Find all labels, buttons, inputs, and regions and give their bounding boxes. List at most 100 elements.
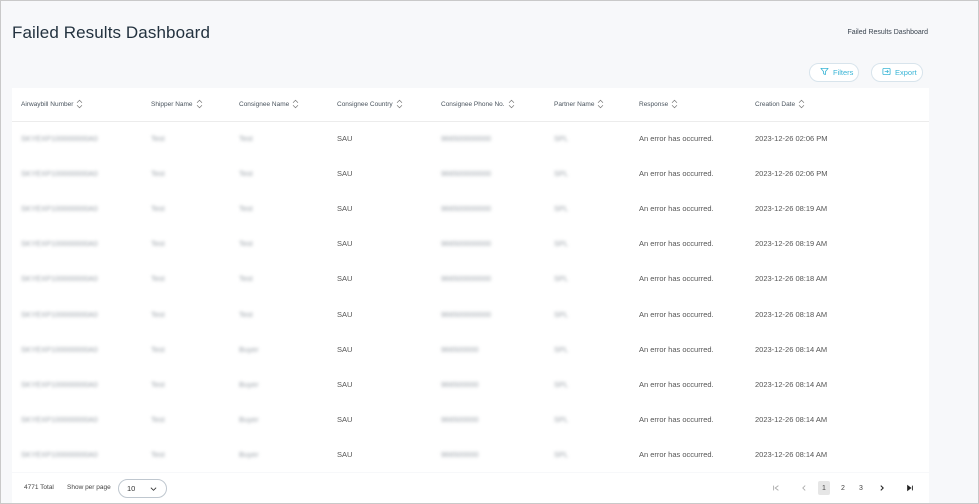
- partner-name-cell: SPL: [554, 169, 569, 178]
- first-page-icon[interactable]: [770, 481, 782, 495]
- airwaybill-cell: SKYEXP100000000A0: [21, 450, 98, 459]
- column-header-consignee-country[interactable]: Consignee Country: [337, 99, 403, 109]
- response-cell: An error has occurred.: [639, 239, 714, 248]
- consignee-name-cell: Test: [239, 239, 253, 248]
- sort-icon[interactable]: [671, 99, 678, 109]
- consignee-phone-cell: 966500000000: [441, 134, 492, 143]
- creation-date-cell: 2023-12-26 02:06 PM: [755, 134, 828, 143]
- show-per-page-label: Show per page: [67, 484, 111, 491]
- shipper-name-cell: Test: [151, 310, 165, 319]
- column-header-consignee-phone[interactable]: Consignee Phone No.: [441, 99, 515, 109]
- column-header-response[interactable]: Response: [639, 99, 678, 109]
- creation-date-cell: 2023-12-26 08:19 AM: [755, 204, 828, 213]
- table-row[interactable]: SKYEXP100000000A0 Test Test SAU 96650000…: [12, 156, 929, 191]
- sort-icon[interactable]: [76, 99, 83, 109]
- partner-name-cell: SPL: [554, 274, 569, 283]
- sort-icon[interactable]: [508, 99, 515, 109]
- page-1-button[interactable]: 1: [818, 481, 830, 495]
- column-header-creation-date[interactable]: Creation Date: [755, 99, 805, 109]
- airwaybill-cell: SKYEXP100000000A0: [21, 274, 98, 283]
- consignee-country-cell: SAU: [337, 380, 353, 389]
- column-header-shipper-name[interactable]: Shipper Name: [151, 99, 203, 109]
- consignee-phone-cell: 966500000000: [441, 274, 492, 283]
- partner-name-cell: SPL: [554, 380, 569, 389]
- column-header-airwaybill[interactable]: Airwaybill Number: [21, 99, 83, 109]
- creation-date-cell: 2023-12-26 08:14 AM: [755, 450, 828, 459]
- response-cell: An error has occurred.: [639, 204, 714, 213]
- export-button[interactable]: Export: [871, 63, 923, 82]
- table-row[interactable]: SKYEXP100000000A0 Test Buyer SAU 9665000…: [12, 402, 929, 437]
- sort-icon[interactable]: [196, 99, 203, 109]
- shipper-name-cell: Test: [151, 415, 165, 424]
- column-header-partner-name[interactable]: Partner Name: [554, 99, 604, 109]
- sort-icon[interactable]: [798, 99, 805, 109]
- consignee-country-cell: SAU: [337, 239, 353, 248]
- shipper-name-cell: Test: [151, 380, 165, 389]
- partner-name-cell: SPL: [554, 239, 569, 248]
- shipper-name-cell: Test: [151, 204, 165, 213]
- sort-icon[interactable]: [396, 99, 403, 109]
- response-cell: An error has occurred.: [639, 415, 714, 424]
- table-row[interactable]: SKYEXP100000000A0 Test Buyer SAU 9665000…: [12, 367, 929, 402]
- consignee-country-cell: SAU: [337, 415, 353, 424]
- table-row[interactable]: SKYEXP100000000A0 Test Test SAU 96650000…: [12, 226, 929, 261]
- shipper-name-cell: Test: [151, 239, 165, 248]
- consignee-phone-cell: 966500000000: [441, 239, 492, 248]
- consignee-country-cell: SAU: [337, 169, 353, 178]
- partner-name-cell: SPL: [554, 134, 569, 143]
- table-row[interactable]: SKYEXP100000000A0 Test Test SAU 96650000…: [12, 297, 929, 332]
- table-row[interactable]: SKYEXP100000000A0 Test Test SAU 96650000…: [12, 191, 929, 226]
- partner-name-cell: SPL: [554, 310, 569, 319]
- chevron-down-icon: [150, 487, 157, 491]
- response-cell: An error has occurred.: [639, 310, 714, 319]
- consignee-name-cell: Buyer: [239, 450, 259, 459]
- last-page-icon[interactable]: [904, 481, 916, 495]
- filter-icon: [820, 67, 829, 78]
- breadcrumb[interactable]: Failed Results Dashboard: [847, 29, 928, 36]
- consignee-country-cell: SAU: [337, 274, 353, 283]
- consignee-name-cell: Buyer: [239, 380, 259, 389]
- consignee-name-cell: Test: [239, 134, 253, 143]
- shipper-name-cell: Test: [151, 274, 165, 283]
- pagination-bar: 4771 Total Show per page 10 1 2 3: [12, 473, 929, 503]
- next-page-icon[interactable]: [876, 481, 888, 495]
- consignee-country-cell: SAU: [337, 134, 353, 143]
- partner-name-cell: SPL: [554, 415, 569, 424]
- page-2-button[interactable]: 2: [837, 481, 849, 495]
- creation-date-cell: 2023-12-26 08:18 AM: [755, 274, 828, 283]
- consignee-phone-cell: 966500000000: [441, 169, 492, 178]
- filters-button[interactable]: Filters: [809, 63, 859, 82]
- creation-date-cell: 2023-12-26 08:14 AM: [755, 415, 828, 424]
- consignee-name-cell: Test: [239, 169, 253, 178]
- creation-date-cell: 2023-12-26 02:06 PM: [755, 169, 828, 178]
- consignee-phone-cell: 966500000000: [441, 310, 492, 319]
- shipper-name-cell: Test: [151, 134, 165, 143]
- table-row[interactable]: SKYEXP100000000A0 Test Test SAU 96650000…: [12, 121, 929, 156]
- consignee-name-cell: Test: [239, 274, 253, 283]
- airwaybill-cell: SKYEXP100000000A0: [21, 239, 98, 248]
- sort-icon[interactable]: [292, 99, 299, 109]
- page-3-button[interactable]: 3: [855, 481, 867, 495]
- response-cell: An error has occurred.: [639, 134, 714, 143]
- consignee-name-cell: Buyer: [239, 415, 259, 424]
- shipper-name-cell: Test: [151, 169, 165, 178]
- sort-icon[interactable]: [597, 99, 604, 109]
- table-row[interactable]: SKYEXP100000000A0 Test Buyer SAU 9665000…: [12, 332, 929, 367]
- consignee-phone-cell: 966500000: [441, 380, 479, 389]
- creation-date-cell: 2023-12-26 08:18 AM: [755, 310, 828, 319]
- column-header-consignee-name[interactable]: Consignee Name: [239, 99, 299, 109]
- export-icon: [882, 67, 891, 78]
- response-cell: An error has occurred.: [639, 169, 714, 178]
- airwaybill-cell: SKYEXP100000000A0: [21, 310, 98, 319]
- prev-page-icon[interactable]: [798, 481, 810, 495]
- consignee-phone-cell: 966500000000: [441, 204, 492, 213]
- consignee-country-cell: SAU: [337, 310, 353, 319]
- export-label: Export: [895, 68, 917, 77]
- airwaybill-cell: SKYEXP100000000A0: [21, 134, 98, 143]
- per-page-select[interactable]: 10: [118, 479, 167, 498]
- airwaybill-cell: SKYEXP100000000A0: [21, 345, 98, 354]
- shipper-name-cell: Test: [151, 450, 165, 459]
- table-row[interactable]: SKYEXP100000000A0 Test Buyer SAU 9665000…: [12, 437, 929, 472]
- response-cell: An error has occurred.: [639, 345, 714, 354]
- table-row[interactable]: SKYEXP100000000A0 Test Test SAU 96650000…: [12, 261, 929, 296]
